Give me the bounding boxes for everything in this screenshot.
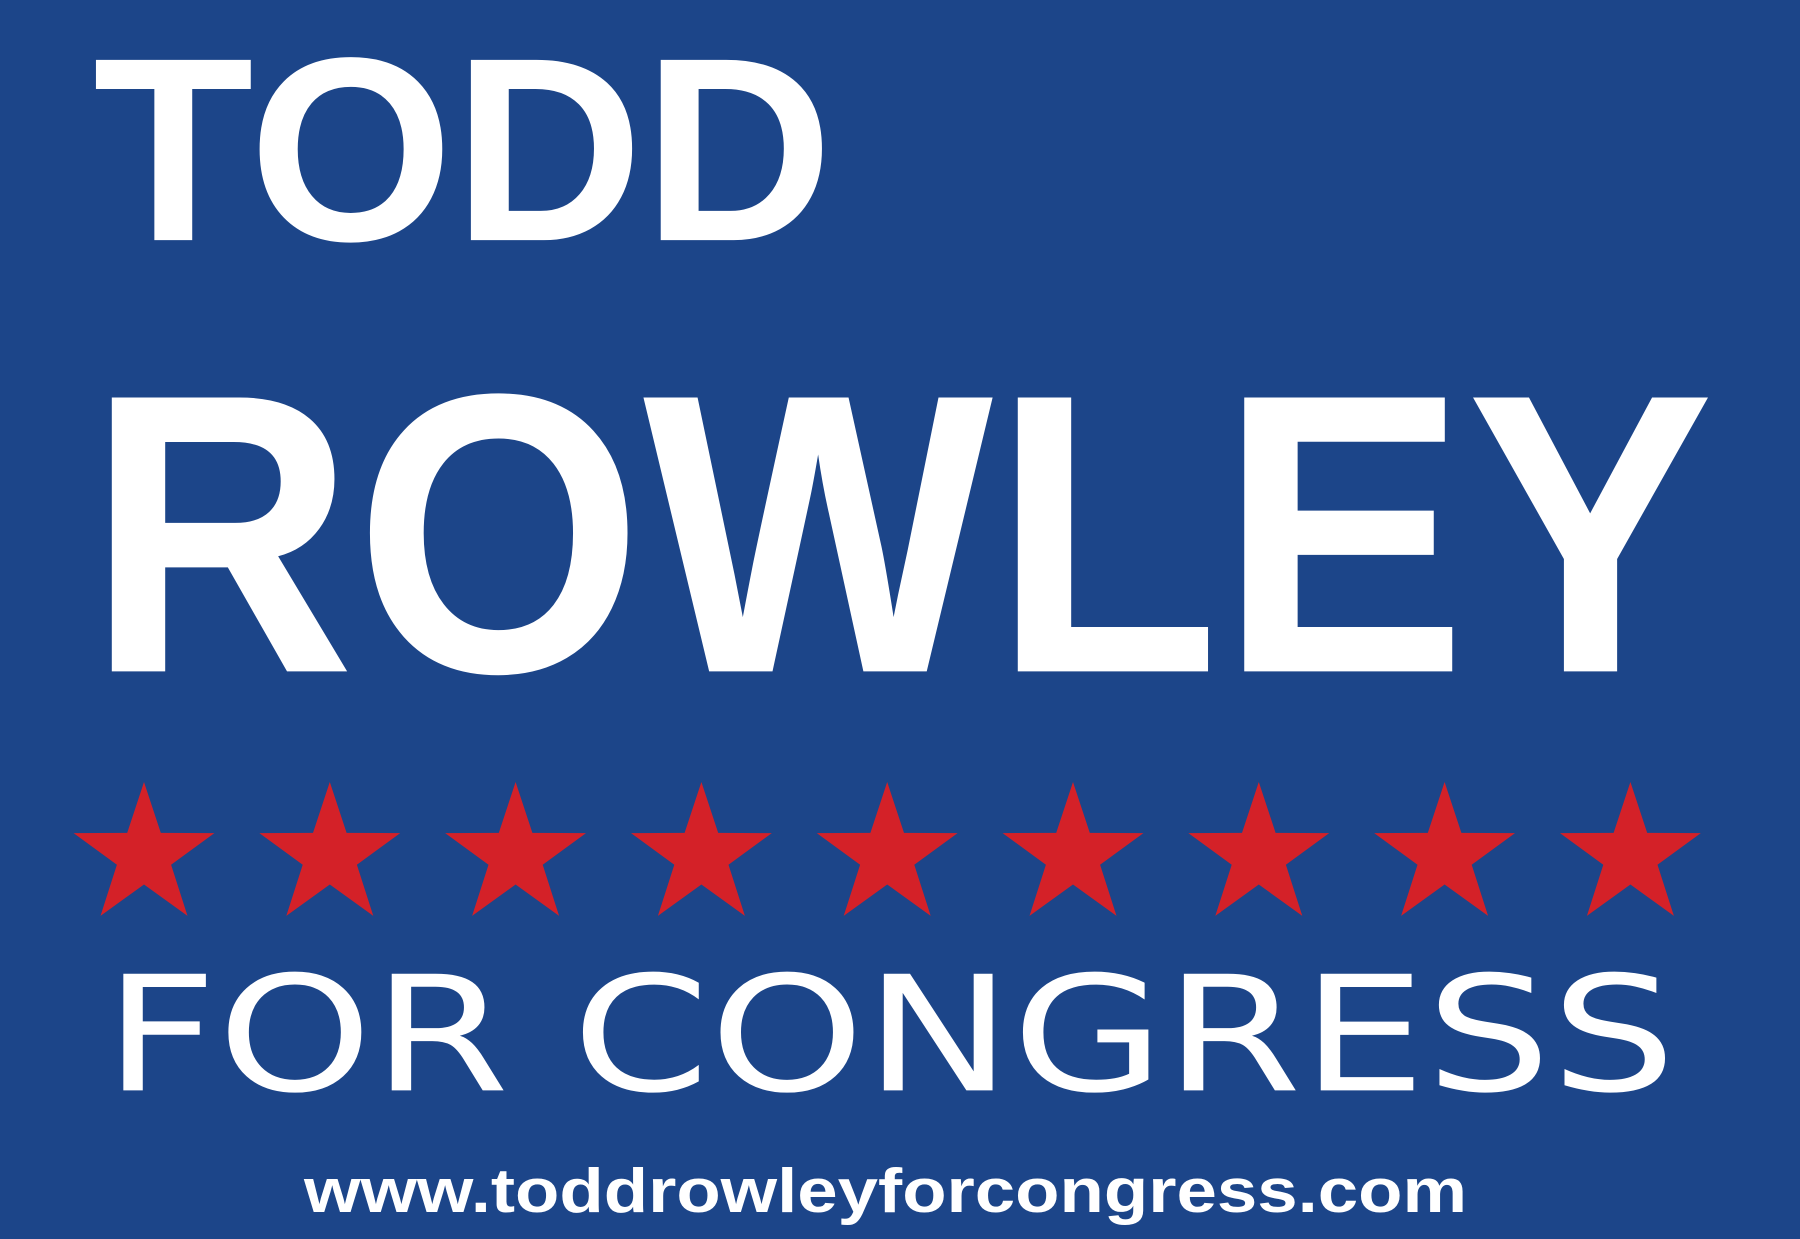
star-icon: [259, 782, 401, 916]
tagline-text: FOR CONGRESS: [104, 941, 1676, 1129]
star-icon: [1002, 782, 1144, 916]
star-icon: [1188, 782, 1330, 916]
star-icon: [631, 782, 772, 916]
campaign-sign: TODD ROWLEY FOR CONGRESS www.toddrowleyf…: [0, 0, 1800, 1239]
star-icon: [73, 782, 215, 916]
star-icon: [1560, 782, 1701, 916]
star-icon: [1374, 782, 1515, 916]
website-url: www.toddrowleyforcongress.com: [304, 1156, 1467, 1226]
star-icon: [445, 782, 586, 916]
star-icon: [816, 782, 958, 916]
